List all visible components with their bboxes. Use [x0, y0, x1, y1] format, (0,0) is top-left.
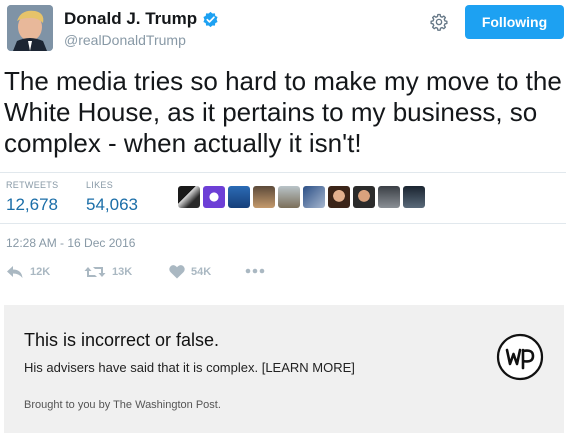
tweet-text: The media tries so hard to make my move … — [4, 66, 562, 158]
avatar[interactable] — [7, 5, 53, 51]
fact-check-description[interactable]: His advisers have said that it is comple… — [24, 360, 355, 375]
fact-check-box: This is incorrect or false. His advisers… — [4, 305, 564, 433]
tweet-timestamp[interactable]: 12:28 AM - 16 Dec 2016 — [6, 236, 135, 250]
name-row: Donald J. Trump — [64, 9, 219, 29]
fact-check-credit: Brought to you by The Washington Post. — [24, 399, 221, 411]
user-handle[interactable]: @realDonaldTrump — [64, 32, 186, 48]
likes-count: 54,063 — [86, 195, 138, 214]
liker-avatar[interactable] — [253, 186, 275, 208]
tweet-header: Donald J. Trump @realDonaldTrump Followi… — [0, 0, 566, 60]
like-count: 54K — [191, 265, 212, 278]
fact-check-title: This is incorrect or false. — [24, 330, 220, 350]
like-button[interactable]: 54K — [169, 264, 211, 279]
liker-avatar[interactable] — [328, 186, 350, 208]
washington-post-logo-icon[interactable] — [496, 333, 544, 381]
tweet-stats: RETWEETS 12,678 LIKES 54,063 — [0, 172, 566, 224]
reply-button[interactable]: 12K — [6, 264, 50, 280]
ellipsis-icon — [245, 268, 265, 274]
reply-icon — [7, 266, 23, 278]
retweets-stat[interactable]: RETWEETS 12,678 — [6, 180, 58, 215]
retweets-count: 12,678 — [6, 195, 58, 214]
liker-avatar[interactable] — [403, 186, 425, 208]
following-button[interactable]: Following — [465, 5, 564, 39]
display-name[interactable]: Donald J. Trump — [64, 9, 197, 29]
liker-avatar[interactable] — [378, 186, 400, 208]
retweets-label: RETWEETS — [6, 180, 59, 190]
verified-badge-icon — [203, 11, 218, 27]
reply-count: 12K — [30, 266, 51, 278]
retweet-button[interactable]: 13K — [84, 264, 132, 280]
heart-icon — [169, 265, 185, 279]
liker-avatar[interactable] — [353, 186, 375, 208]
tweet-actions: 12K 13K 54K — [0, 264, 566, 284]
liker-avatar[interactable] — [178, 186, 200, 208]
likes-label: LIKES — [86, 180, 114, 190]
more-options-button[interactable] — [245, 268, 265, 274]
likes-stat[interactable]: LIKES 54,063 — [86, 180, 138, 215]
retweet-count: 13K — [112, 266, 133, 278]
gear-icon[interactable] — [430, 13, 448, 31]
liker-avatar[interactable] — [203, 186, 225, 208]
liker-avatar[interactable] — [303, 186, 325, 208]
liker-avatars — [178, 186, 428, 208]
liker-avatar[interactable] — [278, 186, 300, 208]
liker-avatar[interactable] — [228, 186, 250, 208]
retweet-icon — [84, 267, 106, 277]
